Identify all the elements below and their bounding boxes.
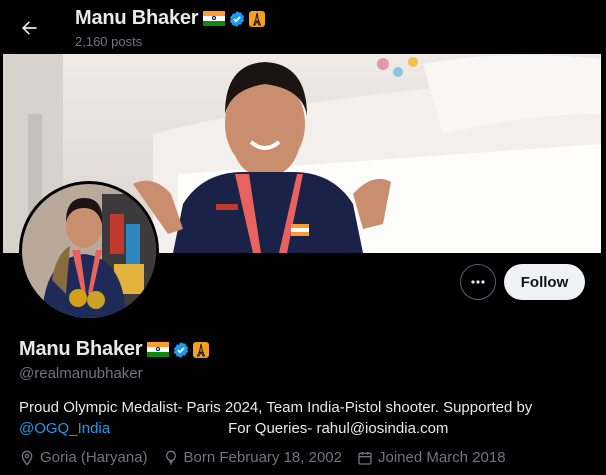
profile-name-row: Manu Bhaker — [19, 338, 210, 361]
more-horizontal-icon — [471, 280, 485, 284]
joined-item: Joined March 2018 — [357, 449, 506, 466]
calendar-icon — [358, 451, 372, 465]
header-name: Manu Bhaker — [75, 7, 199, 29]
india-flag-icon — [203, 11, 226, 26]
location-pin-icon — [21, 450, 33, 466]
header-title: Manu Bhaker — [75, 7, 266, 30]
posts-count: 2,160 posts — [75, 34, 143, 49]
eiffel-tower-icon — [249, 10, 266, 27]
arrow-left-icon — [22, 21, 37, 35]
india-flag-icon — [147, 342, 170, 357]
display-name: Manu Bhaker — [19, 338, 143, 360]
top-bar: Manu Bhaker 2,160 posts — [0, 0, 606, 54]
more-options-button[interactable] — [460, 264, 496, 300]
birthday-text: Born February 18, 2002 — [183, 449, 342, 466]
location-item: Goria (Haryana) — [19, 449, 148, 466]
eiffel-tower-icon[interactable] — [193, 341, 210, 358]
verified-badge-icon[interactable] — [172, 341, 190, 359]
bio-line-1: Proud Olympic Medalist- Paris 2024, Team… — [19, 399, 533, 416]
profile-bio: Proud Olympic Medalist- Paris 2024, Team… — [19, 397, 594, 439]
back-button[interactable] — [12, 11, 46, 45]
location-text: Goria (Haryana) — [40, 449, 148, 466]
verified-badge-icon — [230, 10, 245, 27]
bio-mention-link[interactable]: @OGQ_India — [19, 418, 110, 439]
user-handle: @realmanubhaker — [19, 365, 143, 382]
bio-queries: For Queries- rahul@iosindia.com — [228, 420, 449, 437]
avatar-image — [22, 184, 156, 318]
balloon-icon — [165, 450, 176, 465]
birthday-item: Born February 18, 2002 — [163, 449, 342, 466]
avatar[interactable] — [19, 181, 159, 321]
follow-button[interactable]: Follow — [504, 264, 585, 300]
joined-text: Joined March 2018 — [377, 449, 506, 466]
profile-meta: Goria (Haryana) Born February 18, 2002 J… — [19, 449, 521, 466]
